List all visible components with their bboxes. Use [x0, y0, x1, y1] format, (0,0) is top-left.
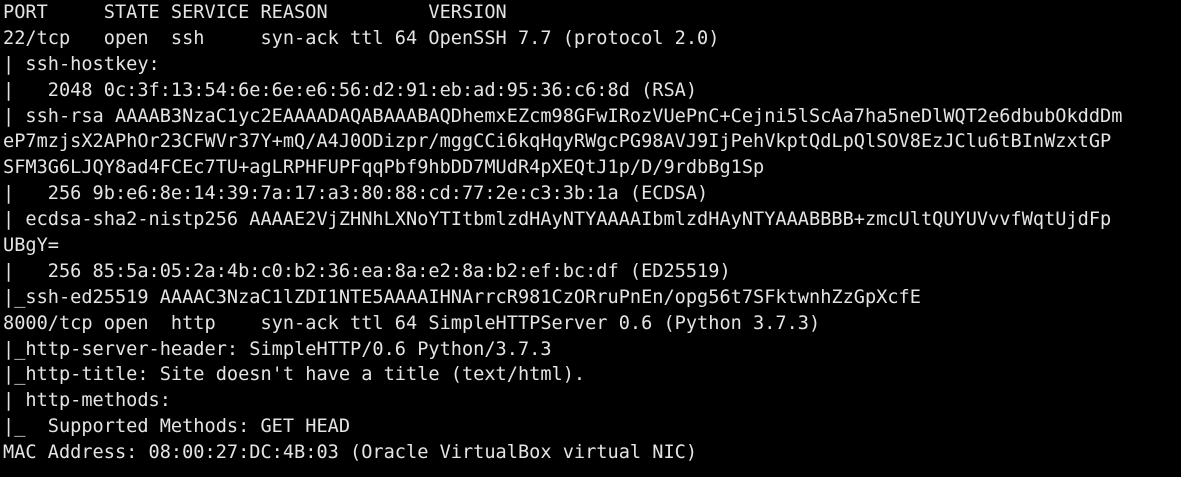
- http-server-header: |_http-server-header: SimpleHTTP/0.6 Pyt…: [3, 338, 552, 360]
- ssh-rsa-key-line-1: | ssh-rsa AAAAB3NzaC1yc2EAAAADAQABAAABAQ…: [3, 105, 1123, 127]
- ssh-hostkey-label: | ssh-hostkey:: [3, 53, 160, 75]
- supported-methods: |_ Supported Methods: GET HEAD: [3, 416, 351, 438]
- port-22-row: 22/tcp open ssh syn-ack ttl 64 OpenSSH 7…: [3, 27, 720, 49]
- terminal-output[interactable]: PORT STATE SERVICE REASON VERSION 22/tcp…: [0, 0, 1181, 477]
- ecdsa-fingerprint: | 256 9b:e6:8e:14:39:7a:17:a3:80:88:cd:7…: [3, 183, 709, 205]
- port-8000-row: 8000/tcp open http syn-ack ttl 64 Simple…: [3, 312, 821, 334]
- nmap-table-header: PORT STATE SERVICE REASON VERSION: [3, 2, 507, 23]
- ed25519-key: |_ssh-ed25519 AAAAC3NzaC1lZDI1NTE5AAAAIH…: [3, 286, 921, 308]
- rsa-fingerprint: | 2048 0c:3f:13:54:6e:6e:e6:56:d2:91:eb:…: [3, 79, 698, 101]
- ecdsa-key-line-2: UBgY=: [3, 235, 59, 257]
- http-methods-label: | http-methods:: [3, 390, 171, 412]
- mac-address-line: MAC Address: 08:00:27:DC:4B:03 (Oracle V…: [3, 442, 698, 464]
- ssh-rsa-key-line-2: eP7mzjsX2APhOr23CFWVr37Y+mQ/A4J0ODizpr/m…: [3, 131, 1112, 153]
- http-title: |_http-title: Site doesn't have a title …: [3, 364, 586, 386]
- ssh-rsa-key-line-3: SFM3G6LJQY8ad4FCEc7TU+agLRPHFUPFqqPbf9hb…: [3, 157, 765, 179]
- ecdsa-key-line-1: | ecdsa-sha2-nistp256 AAAAE2VjZHNhLXNoYT…: [3, 209, 1112, 231]
- ed25519-fingerprint: | 256 85:5a:05:2a:4b:c0:b2:36:ea:8a:e2:8…: [3, 260, 731, 282]
